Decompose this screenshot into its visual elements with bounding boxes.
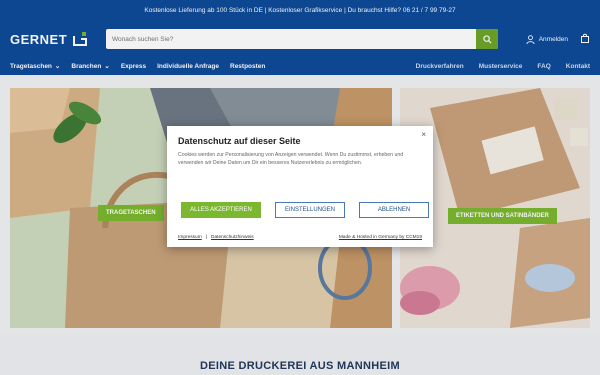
dialog-text: Cookies werden zur Personalisierung von … bbox=[178, 152, 404, 166]
dialog-title: Datenschutz auf dieser Seite bbox=[178, 136, 301, 146]
decline-button[interactable]: ABLEHNEN bbox=[359, 202, 429, 218]
privacy-link[interactable]: Datenschutzhinweis bbox=[211, 235, 254, 240]
impressum-link[interactable]: Impressum bbox=[178, 235, 202, 240]
hosted-by-link[interactable]: Made & Hosted in Germany by CCM19 bbox=[339, 235, 422, 240]
separator: | bbox=[205, 235, 207, 240]
close-icon[interactable]: × bbox=[421, 130, 426, 139]
settings-button[interactable]: EINSTELLUNGEN bbox=[275, 202, 345, 218]
accept-all-button[interactable]: ALLES AKZEPTIEREN bbox=[181, 202, 261, 218]
cookie-consent-dialog: × Datenschutz auf dieser Seite Cookies w… bbox=[167, 126, 433, 247]
